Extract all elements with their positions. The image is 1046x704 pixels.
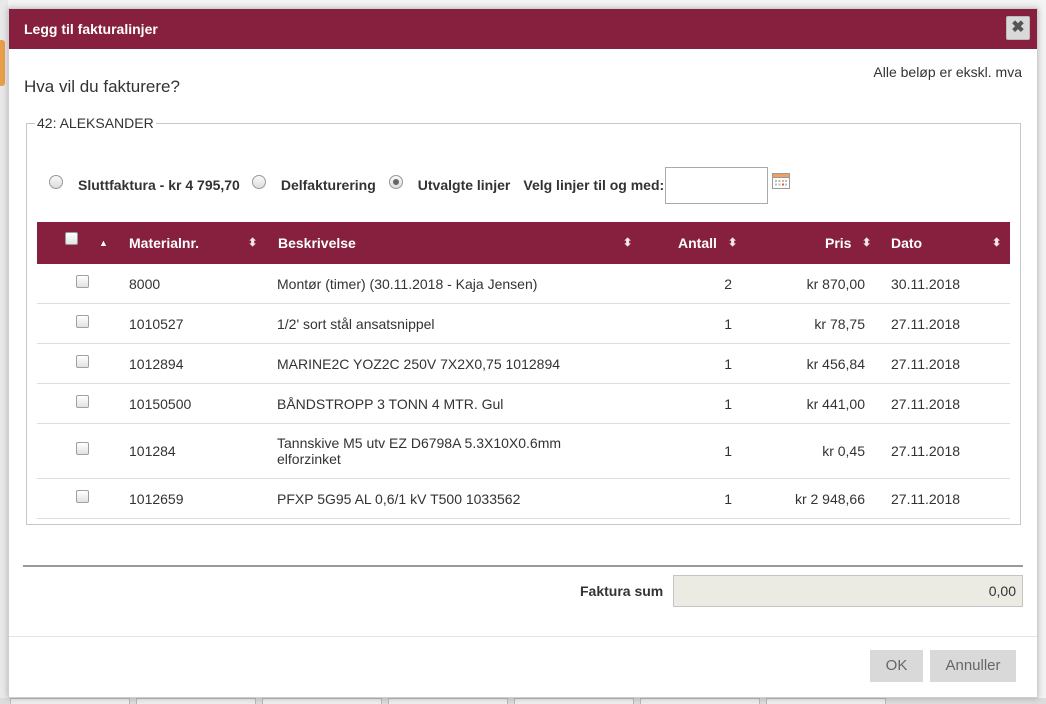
table-row[interactable]: 8000 Montør (timer) (30.11.2018 - Kaja J… (37, 264, 1010, 304)
row-material: 8000 (129, 276, 161, 292)
sort-asc-icon[interactable]: ▲ (99, 222, 108, 264)
divider (23, 565, 1023, 567)
option-final-invoice[interactable]: Sluttfaktura - kr 4 795,70 (49, 175, 240, 193)
table-row[interactable]: 10150500 BÅNDSTROPP 3 TONN 4 MTR. Gul 1 … (37, 384, 1010, 424)
footer-divider (9, 636, 1037, 637)
row-quantity: 1 (724, 443, 732, 459)
selected-lines-label: Utvalgte linjer (417, 177, 511, 193)
column-header-price[interactable]: Pris (825, 222, 851, 264)
row-description: PFXP 5G95 AL 0,6/1 kV T500 1033562 (277, 491, 521, 507)
partial-invoice-label: Delfakturering (280, 177, 376, 193)
row-date: 27.11.2018 (891, 356, 961, 372)
row-material: 10150500 (129, 396, 192, 412)
column-header-date[interactable]: Dato (891, 222, 922, 264)
row-description: 1/2' sort stål ansatsnippel (277, 316, 435, 332)
row-price: kr 456,84 (806, 356, 865, 372)
partial-invoice-radio[interactable] (251, 175, 266, 189)
final-invoice-radio[interactable] (49, 175, 63, 189)
row-quantity: 1 (724, 356, 732, 372)
background-tabs (10, 698, 886, 704)
sort-icon[interactable]: ⬍ (623, 222, 632, 264)
row-description: Montør (timer) (30.11.2018 - Kaja Jensen… (277, 276, 538, 292)
row-checkbox[interactable] (76, 490, 89, 503)
row-price: kr 2 948,66 (794, 491, 865, 507)
row-quantity: 2 (724, 276, 732, 292)
customer-group: 42: ALEKSANDER Sluttfaktura - kr 4 795,7… (26, 115, 1021, 525)
close-icon[interactable]: ✖ (1006, 16, 1030, 40)
table-row[interactable]: 1010527 1/2' sort stål ansatsnippel 1 kr… (37, 304, 1010, 344)
row-date: 27.11.2018 (891, 396, 961, 412)
sort-icon[interactable]: ⬍ (862, 222, 871, 264)
dialog-question: Hva vil du fakturere? (24, 77, 180, 96)
row-checkbox[interactable] (76, 315, 89, 328)
row-date: 27.11.2018 (891, 316, 961, 332)
row-price: kr 441,00 (806, 396, 865, 412)
row-material: 101284 (129, 443, 176, 459)
table-row[interactable]: 1012659 PFXP 5G95 AL 0,6/1 kV T500 10335… (37, 479, 1010, 519)
table-row[interactable]: 101284 Tannskive M5 utv EZ D6798A 5.3X10… (37, 424, 1010, 479)
row-checkbox[interactable] (76, 442, 89, 455)
row-date: 27.11.2018 (891, 491, 961, 507)
invoice-sum-value: 0,00 (673, 575, 1023, 607)
excl-vat-note: Alle beløp er ekskl. mva (873, 64, 1022, 80)
add-invoice-lines-dialog: Legg til fakturalinjer ✖ Hva vil du fakt… (8, 8, 1038, 698)
background-accent-tab (0, 40, 5, 86)
row-date: 30.11.2018 (891, 276, 961, 292)
column-header-description[interactable]: Beskrivelse (278, 222, 356, 264)
sort-icon[interactable]: ⬍ (992, 222, 1001, 264)
grid-header: ▲ Materialnr. ⬍ Beskrivelse ⬍ Antall ⬍ P… (37, 222, 1010, 264)
row-price: kr 78,75 (814, 316, 865, 332)
sort-icon[interactable]: ⬍ (728, 222, 737, 264)
row-description: BÅNDSTROPP 3 TONN 4 MTR. Gul (277, 396, 504, 412)
row-date: 27.11.2018 (891, 443, 961, 459)
table-row[interactable]: 1012894 MARINE2C YOZ2C 250V 7X2X0,75 101… (37, 344, 1010, 384)
row-price: kr 870,00 (806, 276, 865, 292)
background-page-edge (0, 0, 8, 704)
invoice-type-options: Sluttfaktura - kr 4 795,70 Delfakturerin… (49, 165, 791, 205)
select-all-checkbox[interactable] (65, 232, 78, 245)
row-material: 1010527 (129, 316, 184, 332)
cancel-button[interactable]: Annuller (930, 650, 1016, 682)
sort-icon[interactable]: ⬍ (248, 222, 257, 264)
row-quantity: 1 (724, 316, 732, 332)
column-header-quantity[interactable]: Antall (678, 222, 717, 264)
selected-lines-radio[interactable] (388, 175, 403, 189)
select-until-date-input[interactable] (665, 166, 769, 204)
row-description: Tannskive M5 utv EZ D6798A 5.3X10X0.6mm … (277, 435, 562, 467)
customer-legend: 42: ALEKSANDER (37, 115, 154, 131)
row-description: MARINE2C YOZ2C 250V 7X2X0,75 1012894 (277, 356, 561, 372)
row-quantity: 1 (724, 396, 732, 412)
row-checkbox[interactable] (76, 395, 89, 408)
row-price: kr 0,45 (822, 443, 865, 459)
ok-button[interactable]: OK (870, 650, 923, 682)
grid-body: 8000 Montør (timer) (30.11.2018 - Kaja J… (37, 264, 1010, 519)
dialog-titlebar: Legg til fakturalinjer (9, 9, 1037, 49)
final-invoice-label: Sluttfaktura - kr 4 795,70 (78, 177, 240, 193)
calendar-icon[interactable] (772, 172, 791, 189)
row-material: 1012659 (129, 491, 184, 507)
row-material: 1012894 (129, 356, 184, 372)
row-quantity: 1 (724, 491, 732, 507)
row-checkbox[interactable] (76, 275, 89, 288)
dialog-title: Legg til fakturalinjer (24, 21, 158, 37)
option-selected-lines[interactable]: Utvalgte linjer (388, 175, 511, 193)
column-header-material[interactable]: Materialnr. (129, 222, 199, 264)
option-partial-invoice[interactable]: Delfakturering (251, 175, 376, 193)
row-checkbox[interactable] (76, 355, 89, 368)
select-until-label: Velg linjer til og med: (523, 177, 665, 193)
invoice-sum-label: Faktura sum (580, 583, 664, 599)
